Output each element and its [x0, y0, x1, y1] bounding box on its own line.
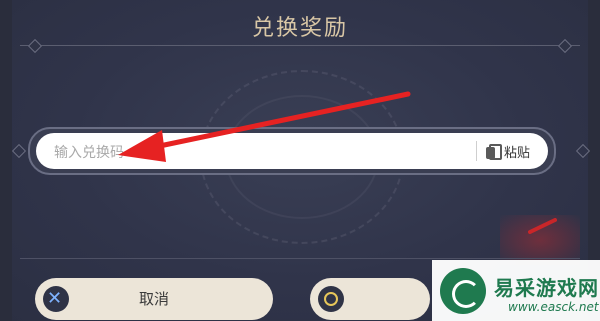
- redeem-dialog: 兑换奖励 输入兑换码 粘贴 ✕ 取消 易采游戏网 www.easck.net: [0, 0, 600, 321]
- watermark-url: www.easck.net: [508, 300, 599, 314]
- cancel-button[interactable]: ✕ 取消: [35, 278, 273, 320]
- watermark-logo-icon: [440, 268, 486, 314]
- cancel-label: 取消: [138, 290, 169, 308]
- confirm-button[interactable]: [310, 278, 430, 320]
- watermark: 易采游戏网 www.easck.net: [432, 260, 600, 321]
- bottom-divider: [20, 258, 580, 259]
- watermark-site-name: 易采游戏网: [494, 276, 599, 300]
- confirm-circle-icon: [318, 286, 344, 312]
